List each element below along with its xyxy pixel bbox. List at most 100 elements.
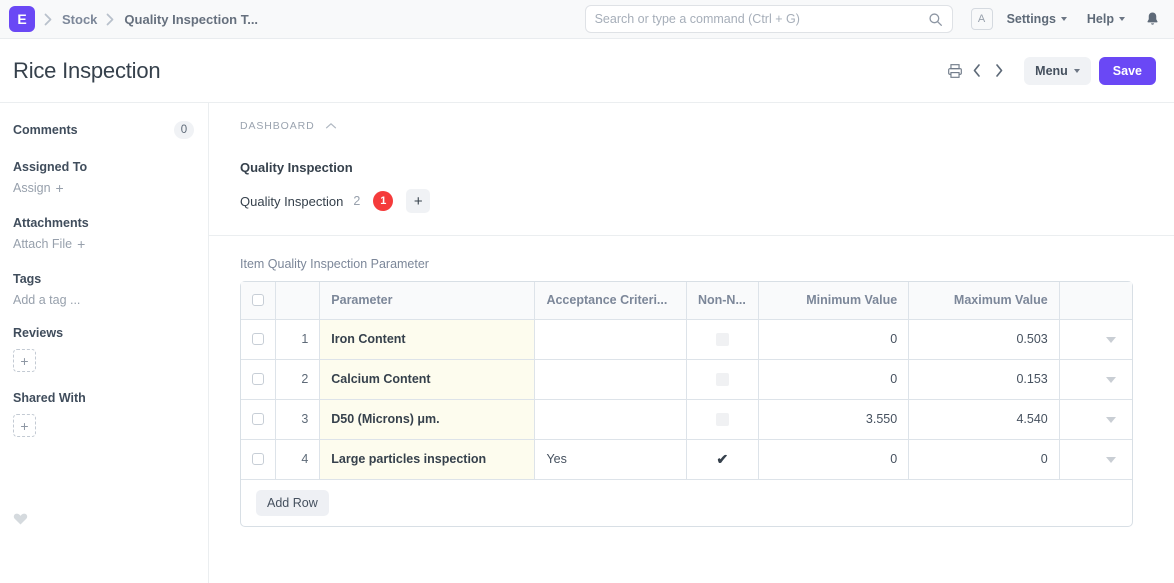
table-row[interactable]: 3 D50 (Microns) μm. 3.550 4.540 xyxy=(241,399,1132,440)
shared-with-label: Shared With xyxy=(13,391,86,405)
avatar[interactable]: A xyxy=(970,8,993,30)
menu-button[interactable]: Menu xyxy=(1024,56,1091,85)
cell-non-negative[interactable]: ✔ xyxy=(686,439,759,480)
reviews-label: Reviews xyxy=(13,326,64,340)
cell-parameter[interactable]: Iron Content xyxy=(319,319,536,360)
cell-acceptance-criteria[interactable]: Yes xyxy=(534,439,687,480)
row-index: 1 xyxy=(275,319,321,360)
breadcrumb-item-quality-inspection-template[interactable]: Quality Inspection T... xyxy=(124,12,258,27)
row-index: 3 xyxy=(275,399,321,440)
save-button[interactable]: Save xyxy=(1098,56,1156,85)
add-tag-input[interactable]: Add a tag ... xyxy=(13,293,194,307)
chevron-down-icon-row[interactable] xyxy=(1106,337,1116,343)
sidebar-gap-5 xyxy=(13,372,194,391)
dashboard-section-header[interactable]: DASHBOARD xyxy=(240,120,1174,132)
help-dropdown[interactable]: Help xyxy=(1087,12,1125,26)
page-title: Rice Inspection xyxy=(13,57,161,83)
attach-file-button[interactable]: Attach File + xyxy=(13,237,194,251)
add-row-button[interactable]: Add Row xyxy=(256,489,329,516)
chevron-up-icon[interactable] xyxy=(325,122,337,130)
cell-minimum-value[interactable]: 0 xyxy=(758,439,910,480)
cell-maximum-value[interactable]: 0.153 xyxy=(908,359,1060,400)
column-header-acceptance-criteria[interactable]: Acceptance Criteri... xyxy=(534,282,687,320)
cell-acceptance-criteria[interactable] xyxy=(534,359,687,400)
column-header-non-negative[interactable]: Non-N... xyxy=(686,282,759,320)
row-index: 2 xyxy=(275,359,321,400)
item-quality-inspection-parameter-grid: Parameter Acceptance Criteri... Non-N...… xyxy=(240,281,1133,527)
app-logo-icon[interactable]: E xyxy=(9,6,35,32)
settings-label: Settings xyxy=(1006,12,1056,26)
comments-label: Comments xyxy=(13,123,78,137)
plus-icon-attach: + xyxy=(77,236,86,252)
row-checkbox[interactable] xyxy=(252,453,264,465)
sidebar-section-comments[interactable]: Comments 0 xyxy=(13,121,194,139)
sidebar: Comments 0 Assigned To Assign + Attachme… xyxy=(0,103,209,583)
table-row[interactable]: 2 Calcium Content 0 0.153 xyxy=(241,359,1132,400)
breadcrumb-item-stock[interactable]: Stock xyxy=(62,12,97,27)
row-expand-cell[interactable] xyxy=(1059,359,1132,400)
cell-minimum-value[interactable]: 0 xyxy=(758,359,910,400)
sidebar-gap-2 xyxy=(13,195,194,216)
cell-minimum-value[interactable]: 3.550 xyxy=(758,399,910,440)
assigned-to-label: Assigned To xyxy=(13,160,88,174)
table-row[interactable]: 4 Large particles inspection Yes ✔ 0 0 xyxy=(241,439,1132,480)
row-checkbox[interactable] xyxy=(252,373,264,385)
add-review-button[interactable]: + xyxy=(13,349,36,372)
add-quality-inspection-button[interactable]: + xyxy=(406,189,431,213)
row-expand-cell[interactable] xyxy=(1059,319,1132,360)
dashboard-badge: 1 xyxy=(373,191,394,211)
chevron-down-icon-row[interactable] xyxy=(1106,377,1116,383)
settings-dropdown[interactable]: Settings xyxy=(1007,12,1067,26)
cell-non-negative[interactable] xyxy=(686,359,759,400)
cell-acceptance-criteria[interactable] xyxy=(534,319,687,360)
table-row[interactable]: 1 Iron Content 0 0.503 xyxy=(241,319,1132,360)
chevron-down-icon-3 xyxy=(1073,68,1080,73)
column-header-minimum-value[interactable]: Minimum Value xyxy=(758,282,910,320)
comments-count-badge: 0 xyxy=(174,121,194,139)
chevron-down-icon-row[interactable] xyxy=(1106,417,1116,423)
print-icon[interactable] xyxy=(944,59,966,83)
grid-head: Parameter Acceptance Criteri... Non-N...… xyxy=(241,282,1132,320)
search-input[interactable] xyxy=(594,12,928,26)
chevron-down-icon-row[interactable] xyxy=(1106,457,1116,463)
cell-maximum-value[interactable]: 4.540 xyxy=(908,399,1060,440)
cell-non-negative[interactable] xyxy=(686,319,759,360)
search-box[interactable] xyxy=(584,5,953,33)
like-heart-icon[interactable] xyxy=(13,512,28,530)
grid-body: 1 Iron Content 0 0.503 2 Calcium Content 0 0.15… xyxy=(241,319,1132,480)
grid-header-row: Parameter Acceptance Criteri... Non-N...… xyxy=(241,282,1132,320)
dashboard-section-label: DASHBOARD xyxy=(240,120,315,132)
unchecked-box-icon xyxy=(715,333,729,347)
cell-maximum-value[interactable]: 0 xyxy=(908,439,1060,480)
previous-document-button[interactable] xyxy=(966,59,988,83)
index-header xyxy=(275,282,321,320)
cell-acceptance-criteria[interactable] xyxy=(534,399,687,440)
row-expand-cell[interactable] xyxy=(1059,399,1132,440)
cell-parameter[interactable]: Large particles inspection xyxy=(319,439,536,480)
select-all-header xyxy=(241,282,276,320)
next-document-button[interactable] xyxy=(988,59,1010,83)
assign-button[interactable]: Assign + xyxy=(13,181,194,195)
row-checkbox[interactable] xyxy=(252,413,264,425)
dashboard-link-quality-inspection[interactable]: Quality Inspection xyxy=(240,194,343,209)
cell-parameter[interactable]: Calcium Content xyxy=(319,359,536,400)
column-header-maximum-value[interactable]: Maximum Value xyxy=(908,282,1060,320)
search-icon[interactable] xyxy=(928,12,943,27)
attachments-label: Attachments xyxy=(13,216,89,230)
column-header-actions xyxy=(1059,282,1132,320)
column-header-parameter[interactable]: Parameter xyxy=(319,282,536,320)
grid-label: Item Quality Inspection Parameter xyxy=(240,257,429,271)
row-checkbox[interactable] xyxy=(252,333,264,345)
cell-parameter[interactable]: D50 (Microns) μm. xyxy=(319,399,536,440)
row-select-cell xyxy=(241,359,276,400)
cell-minimum-value[interactable]: 0 xyxy=(758,319,910,360)
add-shared-with-button[interactable]: + xyxy=(13,414,36,437)
cell-non-negative[interactable] xyxy=(686,399,759,440)
cell-maximum-value[interactable]: 0.503 xyxy=(908,319,1060,360)
select-all-checkbox[interactable] xyxy=(252,294,264,307)
unchecked-box-icon xyxy=(715,373,729,387)
chevron-down-icon-2 xyxy=(1119,17,1125,21)
dashboard-link-row: Quality Inspection 2 1 + xyxy=(240,189,1174,213)
notifications-bell-icon[interactable] xyxy=(1145,11,1160,27)
row-expand-cell[interactable] xyxy=(1059,439,1132,480)
